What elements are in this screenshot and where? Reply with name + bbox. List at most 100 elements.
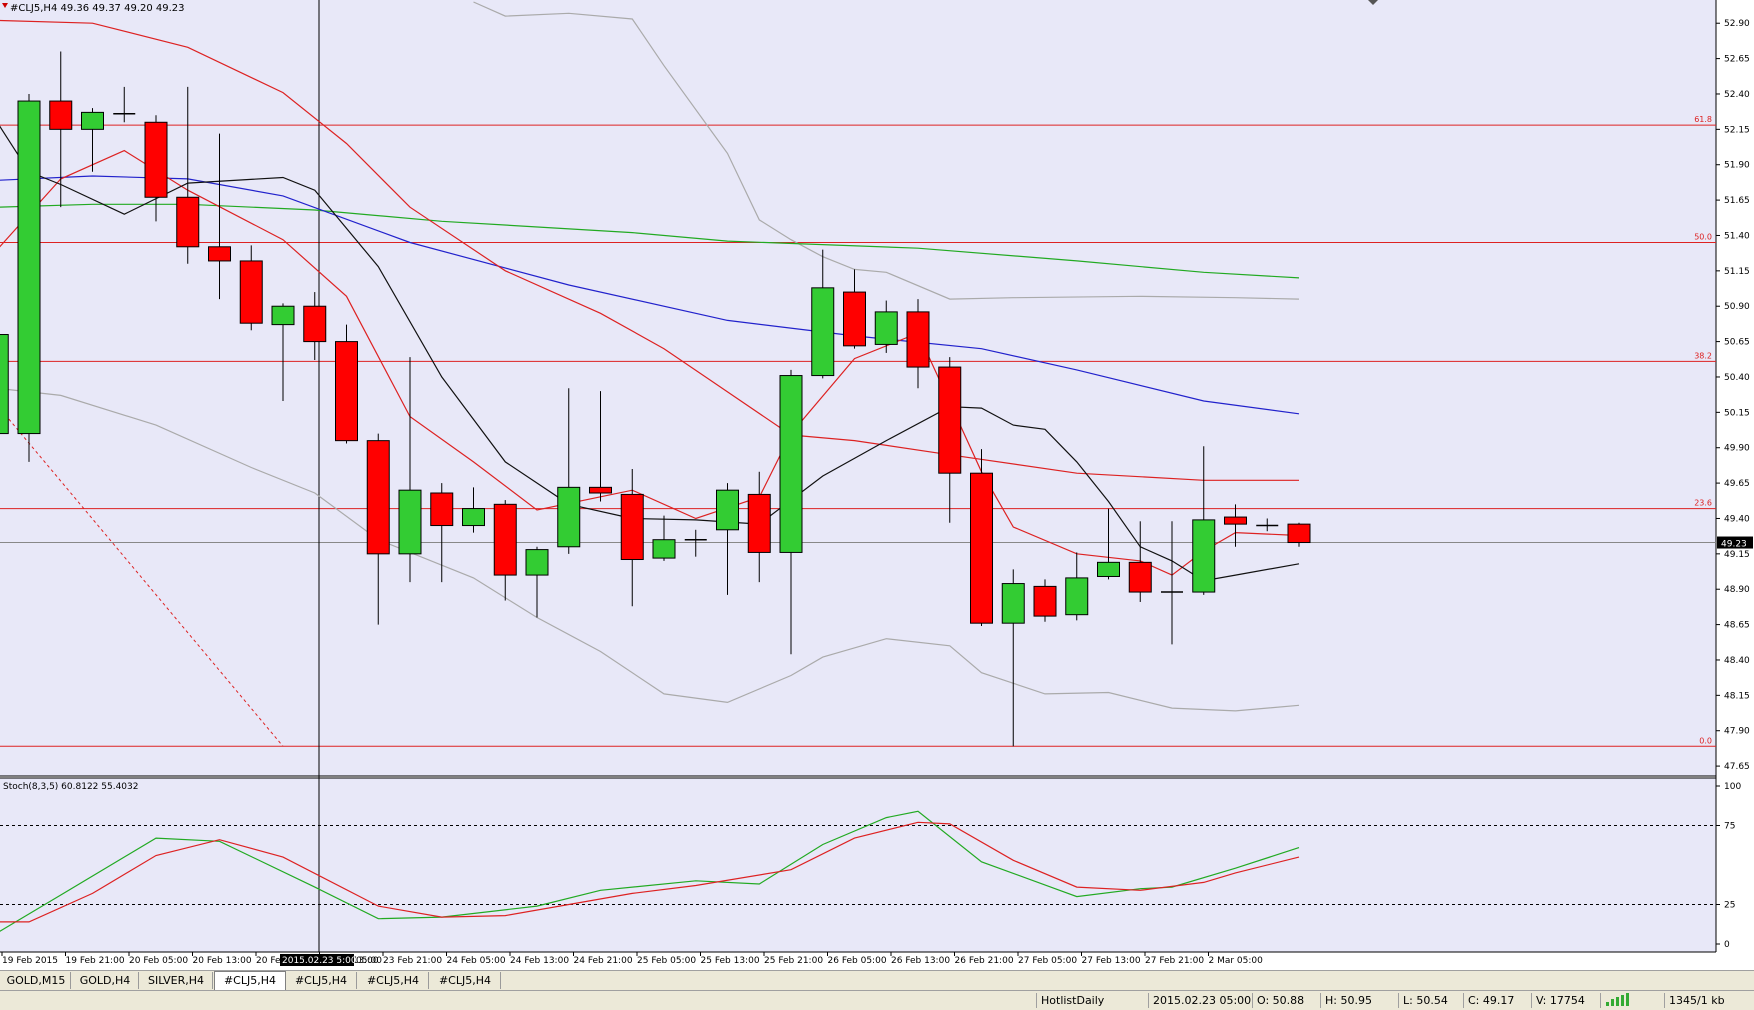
- status-low: L: 50.54: [1398, 993, 1468, 1008]
- chart-tab[interactable]: SILVER,H4: [140, 972, 213, 989]
- candle-bear[interactable]: [144, 121, 168, 198]
- candle-bear[interactable]: [906, 311, 930, 368]
- candle-bear[interactable]: [430, 492, 454, 527]
- status-bar: HotlistDaily 2015.02.23 05:00 O: 50.88 H…: [0, 990, 1754, 1010]
- main-chart-bg: [0, 0, 1716, 776]
- price-tick-label: 49.15: [1724, 550, 1750, 560]
- candle-bear[interactable]: [589, 486, 612, 494]
- candle-bear[interactable]: [176, 196, 200, 248]
- chart-tab[interactable]: GOLD,M15: [2, 972, 71, 989]
- candle-bull[interactable]: [874, 311, 898, 345]
- candle-bear[interactable]: [1033, 585, 1057, 617]
- price-tick-label: 48.15: [1724, 691, 1750, 701]
- chart-tab[interactable]: #CLJ5,H4: [430, 972, 501, 989]
- candle-bear[interactable]: [493, 503, 517, 576]
- time-tick-label: 26 Feb 21:00: [955, 956, 1014, 966]
- price-tick-label: 51.65: [1724, 196, 1750, 206]
- time-tick-label: 25 Feb 21:00: [764, 956, 823, 966]
- time-tick-label: 20 Feb 05:00: [129, 956, 188, 966]
- chart-tab[interactable]: #CLJ5,H4: [286, 972, 357, 989]
- chart-tab[interactable]: #CLJ5,H4: [358, 972, 429, 989]
- price-chart[interactable]: 61.8 50.0 38.2 23.6 0.0 52.90 52.65 52.40 52.15…: [0, 0, 1754, 970]
- candle-bull[interactable]: [811, 287, 835, 377]
- status-close: C: 49.17: [1463, 993, 1533, 1008]
- price-axis-bg: [1716, 0, 1754, 952]
- time-tick-label: 26 Feb 05:00: [828, 956, 887, 966]
- candle-bear[interactable]: [620, 493, 644, 561]
- candle-bull[interactable]: [716, 489, 739, 531]
- time-tick-label: 2 Mar 05:00: [1209, 956, 1264, 966]
- time-tick-label: 23 Feb 21:00: [383, 956, 442, 966]
- candle-bear[interactable]: [843, 291, 866, 347]
- price-tick-label: 52.15: [1724, 125, 1750, 135]
- time-tick-label: 19 Feb 21:00: [66, 956, 125, 966]
- price-tick-label: 51.90: [1724, 161, 1750, 171]
- candle-bull[interactable]: [1065, 577, 1089, 616]
- candle-bear[interactable]: [303, 305, 327, 343]
- chart-tab[interactable]: #CLJ5,H4: [214, 971, 286, 991]
- candle-bear[interactable]: [208, 246, 231, 262]
- candle-bear[interactable]: [747, 493, 771, 553]
- fib-level-label: 0.0: [1699, 736, 1712, 745]
- candle-bear[interactable]: [970, 472, 993, 624]
- stoch-label: Stoch(8,3,5) 60.8122 55.4032: [3, 782, 138, 792]
- candle-bear[interactable]: [1128, 561, 1152, 593]
- candle-bull[interactable]: [1097, 561, 1120, 577]
- time-tick-label: 19 Feb 2015: [2, 956, 58, 966]
- chart-window[interactable]: 61.8 50.0 38.2 23.6 0.0 52.90 52.65 52.40 52.15…: [0, 0, 1754, 1009]
- stoch-chart-bg: [0, 778, 1716, 952]
- candle-bull[interactable]: [17, 100, 41, 435]
- price-tick-label: 48.40: [1724, 656, 1750, 666]
- price-tick-label: 52.65: [1724, 55, 1750, 65]
- candle-bull[interactable]: [398, 489, 422, 555]
- candle-bull[interactable]: [462, 508, 485, 527]
- connection-bars-icon[interactable]: [1600, 993, 1639, 1008]
- time-tick-label: 25 Feb 13:00: [701, 956, 760, 966]
- candle-bear[interactable]: [1224, 516, 1247, 525]
- price-tick-label: 49.90: [1724, 444, 1750, 454]
- stoch-tick-label: 25: [1724, 901, 1735, 911]
- time-tick-label: 26 Feb 13:00: [891, 956, 950, 966]
- status-profile: HotlistDaily: [1036, 993, 1141, 1008]
- candle-bull[interactable]: [271, 305, 295, 326]
- candle-bear[interactable]: [49, 100, 73, 130]
- time-tick-label: 20 Feb 13:00: [193, 956, 252, 966]
- status-open: O: 50.88: [1252, 993, 1322, 1008]
- price-tick-label: 52.90: [1724, 19, 1750, 29]
- time-tick-label: 24 Feb 05:00: [447, 956, 506, 966]
- time-tick-label: 24 Feb 13:00: [510, 956, 569, 966]
- candle-bull[interactable]: [652, 539, 676, 559]
- candle-bear[interactable]: [239, 260, 263, 324]
- candle-bull[interactable]: [0, 334, 9, 435]
- chart-tab[interactable]: GOLD,H4: [72, 972, 139, 989]
- time-tick-label: 27 Feb 21:00: [1145, 956, 1204, 966]
- time-tick-label: 27 Feb 05:00: [1018, 956, 1077, 966]
- candle-bull[interactable]: [557, 486, 581, 548]
- candle-bull[interactable]: [81, 111, 104, 130]
- status-datetime: 2015.02.23 05:00: [1148, 993, 1253, 1008]
- candle-bear[interactable]: [335, 341, 358, 442]
- chart-header: #CLJ5,H4 49.36 49.37 49.20 49.23: [10, 3, 185, 14]
- current-price-label: 49.23: [1721, 540, 1747, 550]
- price-tick-label: 48.90: [1724, 585, 1750, 595]
- candle-bull[interactable]: [1192, 519, 1216, 593]
- stoch-tick-label: 100: [1724, 782, 1741, 792]
- crosshair-time-tail: 05:00: [356, 956, 382, 966]
- fib-level-label: 61.8: [1694, 115, 1712, 124]
- candle-bull[interactable]: [525, 549, 549, 576]
- candle-bear[interactable]: [938, 366, 962, 474]
- stoch-tick-label: 0: [1724, 940, 1730, 950]
- price-tick-label: 50.15: [1724, 408, 1750, 418]
- price-tick-label: 50.65: [1724, 338, 1750, 348]
- time-tick-label: 27 Feb 13:00: [1082, 956, 1141, 966]
- candle-bull[interactable]: [1001, 583, 1025, 624]
- candle-bear[interactable]: [366, 440, 390, 555]
- candle-bull[interactable]: [779, 375, 803, 553]
- time-tick-label: 25 Feb 05:00: [637, 956, 696, 966]
- candle-bear[interactable]: [1287, 523, 1311, 544]
- fib-level-label: 50.0: [1694, 233, 1712, 242]
- price-tick-label: 50.40: [1724, 373, 1750, 383]
- price-tick-label: 52.40: [1724, 90, 1750, 100]
- price-tick-label: 48.65: [1724, 621, 1750, 631]
- time-tick-label: 24 Feb 21:00: [574, 956, 633, 966]
